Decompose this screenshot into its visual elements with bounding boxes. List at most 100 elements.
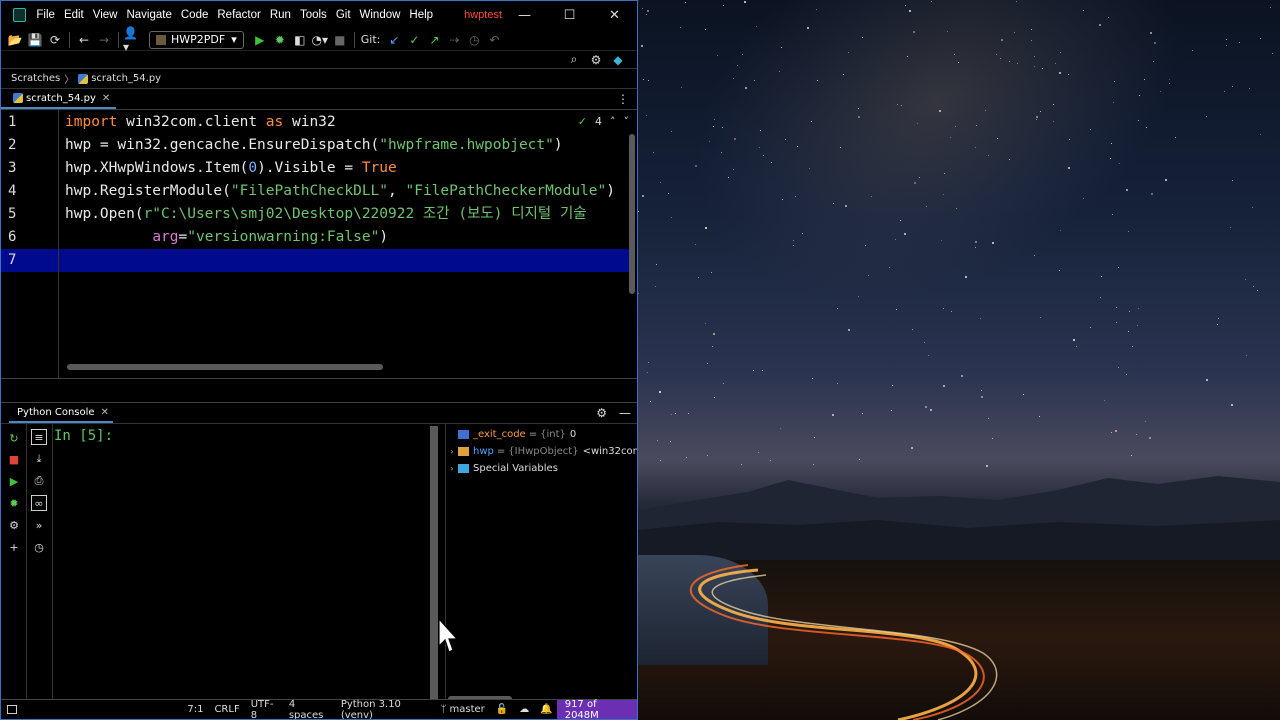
git-commit-icon[interactable]: ✓ <box>404 30 424 50</box>
toolbar-separator <box>118 31 119 48</box>
editor-horizontal-scrollbar[interactable] <box>67 364 383 370</box>
ide-logo-icon[interactable]: ◆ <box>607 50 629 70</box>
save-all-icon[interactable]: 💾 <box>25 30 45 50</box>
settings-gear-icon[interactable]: ⚙ <box>6 517 22 533</box>
debug-icon[interactable]: ✹ <box>6 495 22 511</box>
code-line[interactable]: import win32com.client as win32 <box>65 111 336 134</box>
stop-icon[interactable]: ■ <box>330 30 350 50</box>
notifications-bell-icon[interactable]: 🔔 <box>540 704 552 715</box>
star <box>992 438 993 439</box>
scroll-to-end-icon[interactable]: ⤓ <box>31 451 47 467</box>
lock-icon[interactable]: 🔓 <box>496 704 508 715</box>
search-icon[interactable]: ⌕ <box>563 50 585 70</box>
star <box>1034 66 1035 67</box>
run-icon[interactable]: ▶ <box>250 30 270 50</box>
indent-setting[interactable]: 4 spaces <box>289 699 330 720</box>
code-editor[interactable]: 1 2 3 4 5 6 7 import win32com.client as … <box>1 110 637 378</box>
star <box>714 119 715 120</box>
back-arrow-icon[interactable]: ← <box>74 30 94 50</box>
maximize-button[interactable]: ☐ <box>547 1 592 29</box>
memory-indicator[interactable]: 917 of 2048M <box>556 699 637 719</box>
panel-divider <box>1 378 637 402</box>
tab-scratch-54[interactable]: scratch_54.py ✕ <box>1 89 117 109</box>
open-folder-icon[interactable]: 📂 <box>5 30 25 50</box>
debug-icon[interactable]: ✹ <box>270 30 290 50</box>
project-title: hwptest <box>464 9 502 21</box>
hide-panel-icon[interactable]: — <box>619 406 631 420</box>
breadcrumb-file[interactable]: scratch_54.py <box>91 73 161 84</box>
code-line[interactable]: hwp.XHwpWindows.Item(0).Visible = True <box>65 157 397 180</box>
python-interpreter[interactable]: Python 3.10 (venv) <box>341 699 430 720</box>
console-scrollbar[interactable] <box>430 426 438 704</box>
history-icon[interactable]: ◷ <box>464 30 484 50</box>
close-tab-icon[interactable]: ✕ <box>101 407 109 418</box>
profile-icon[interactable]: ◔▾ <box>310 30 330 50</box>
cloud-icon[interactable]: ☁ <box>519 704 529 715</box>
star <box>1090 327 1091 328</box>
code-token: ) <box>553 137 563 153</box>
show-variables-icon[interactable]: ∞ <box>31 495 47 511</box>
close-tab-icon[interactable]: ✕ <box>102 93 110 104</box>
breadcrumb-scratches[interactable]: Scratches <box>11 73 60 84</box>
menu-git[interactable]: Git <box>336 9 351 21</box>
star <box>1111 143 1112 144</box>
chevron-down-icon[interactable]: ˅ <box>624 115 630 128</box>
menu-window[interactable]: Window <box>360 9 401 21</box>
rerun-icon[interactable]: ↻ <box>6 430 22 446</box>
git-push-icon[interactable]: ↗ <box>424 30 444 50</box>
sync-icon[interactable]: ⟳ <box>45 30 65 50</box>
code-line[interactable]: hwp.RegisterModule("FilePathCheckDLL", "… <box>65 180 615 203</box>
code-line[interactable]: hwp = win32.gencache.EnsureDispatch("hwp… <box>65 134 563 157</box>
menu-run[interactable]: Run <box>270 9 291 21</box>
close-window-button[interactable]: ✕ <box>592 1 637 29</box>
more-actions-icon[interactable]: » <box>31 517 47 533</box>
menu-view[interactable]: View <box>93 9 118 21</box>
soft-wrap-icon[interactable]: ≡ <box>31 429 47 445</box>
star <box>1260 38 1261 39</box>
git-update-icon[interactable]: ↙ <box>384 30 404 50</box>
menu-navigate[interactable]: Navigate <box>126 9 171 21</box>
menu-refactor[interactable]: Refactor <box>217 9 260 21</box>
file-encoding[interactable]: UTF-8 <box>251 699 278 720</box>
code-line[interactable]: arg="versionwarning:False") <box>65 226 388 249</box>
expander-icon[interactable]: › <box>446 464 458 473</box>
menu-code[interactable]: Code <box>181 9 209 21</box>
menu-help[interactable]: Help <box>409 9 433 21</box>
git-branch-icon[interactable]: ⇢ <box>444 30 464 50</box>
variable-row[interactable]: _exit_code = {int} 0 <box>446 426 576 442</box>
execute-icon[interactable]: ▶ <box>6 473 22 489</box>
tab-python-console[interactable]: Python Console ✕ <box>9 403 113 423</box>
git-branch[interactable]: master <box>450 704 485 715</box>
new-console-icon[interactable]: + <box>6 539 22 555</box>
menu-file[interactable]: File <box>36 9 55 21</box>
menu-tools[interactable]: Tools <box>300 9 327 21</box>
editor-vertical-scrollbar[interactable] <box>629 134 635 294</box>
inspection-widget[interactable]: ✓ 4 ˄ ˅ <box>578 115 629 128</box>
variable-name: _exit_code <box>473 428 526 440</box>
code-line[interactable]: hwp.Open(r"C:\Users\smj02\Desktop\220922… <box>65 203 587 226</box>
rollback-icon[interactable]: ↶ <box>484 30 504 50</box>
minimize-button[interactable]: — <box>502 1 547 29</box>
forward-arrow-icon[interactable]: → <box>94 30 114 50</box>
history-icon[interactable]: ◷ <box>31 539 47 555</box>
star <box>1230 227 1231 228</box>
line-separator[interactable]: CRLF <box>214 704 239 715</box>
run-config-dropdown[interactable]: HWP2PDF ▾ <box>149 30 244 49</box>
tool-window-toggle-icon[interactable] <box>7 705 18 714</box>
variable-row[interactable]: › hwp = {IHwpObject} <win32com <box>446 443 637 459</box>
user-dropdown-icon[interactable]: 👤▾ <box>123 26 143 54</box>
ide-window: File Edit View Navigate Code Refactor Ru… <box>0 0 638 720</box>
caret-position[interactable]: 7:1 <box>187 704 203 715</box>
coverage-icon[interactable]: ◧ <box>290 30 310 50</box>
settings-gear-icon[interactable]: ⚙ <box>596 406 607 420</box>
expander-icon[interactable]: › <box>446 447 458 456</box>
chevron-up-icon[interactable]: ˄ <box>610 115 616 128</box>
settings-gear-icon[interactable]: ⚙ <box>585 50 607 70</box>
menu-edit[interactable]: Edit <box>64 9 84 21</box>
console-prompt[interactable]: In [5]: <box>54 428 113 444</box>
stop-icon[interactable]: ■ <box>6 451 22 467</box>
variable-row[interactable]: › Special Variables <box>446 460 561 476</box>
more-options-icon[interactable]: ⋮ <box>617 92 629 106</box>
print-icon[interactable]: ⎙ <box>31 473 47 489</box>
star <box>705 29 706 30</box>
